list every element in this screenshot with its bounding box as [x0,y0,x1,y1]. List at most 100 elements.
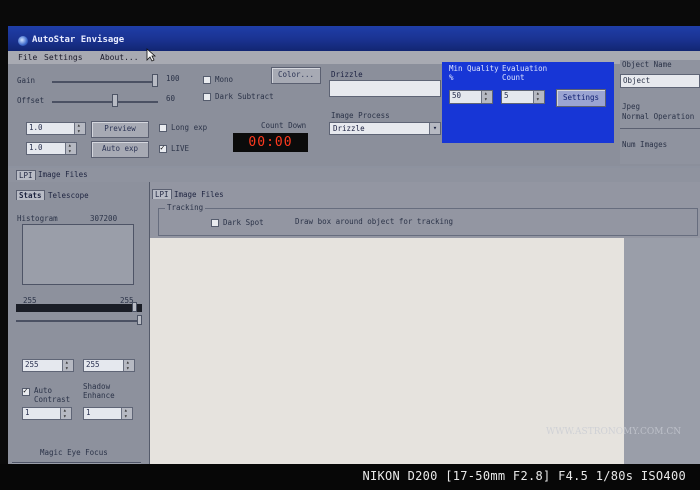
app-icon [18,36,28,46]
menu-about[interactable]: About... [100,53,139,62]
histogram-display [22,224,134,285]
divider [620,128,700,129]
gain-label: Gain [17,76,36,85]
exposure-spinner-1[interactable]: 1.0 [26,121,86,136]
live-checkbox[interactable] [159,143,167,153]
shadow-enhance-spinner[interactable]: 1 [83,406,133,421]
evaluation-count-spinner[interactable]: 5 [501,89,545,104]
tab-lpi-inner[interactable]: LPI [152,189,172,199]
tab-lpi[interactable]: LPI [16,170,36,180]
image-process-label: Image Process [331,111,390,120]
magic-eye-focus-label: Magic Eye Focus [40,448,108,457]
level-spinner-a-value: 255 [25,360,39,369]
exposure-spinner-2-value: 1.0 [29,143,43,152]
tab-image-files-inner[interactable]: Image Files [174,190,224,199]
shadow-enhance-label: Shadow Enhance [83,382,115,400]
auto-contrast-label: Auto Contrast [34,386,71,404]
object-name-label: Object Name [622,60,672,69]
color-button[interactable]: Color... [271,67,321,84]
image-panel: LPI Image Files Tracking Dark Spot Draw … [150,182,700,464]
main-tab-strip: LPI Image Files [8,168,700,182]
chevron-down-icon[interactable]: ▾ [429,123,440,134]
levels-slider-thumb[interactable] [132,302,137,312]
tab-telescope[interactable]: Telescope [48,191,89,200]
drizzle-field[interactable] [329,80,441,97]
spin-arrows-icon[interactable] [74,121,85,136]
gain-value: 100 [166,74,180,83]
menu-file[interactable]: File [18,53,37,62]
gain-slider-track[interactable] [52,81,158,83]
contrast-slider-track[interactable] [16,320,142,322]
image-process-value: Drizzle [333,124,365,133]
preview-button[interactable]: Preview [91,121,149,138]
min-quality-value: 50 [452,91,462,100]
jpeg-label: Jpeg [622,102,641,111]
level-spinner-b-value: 255 [86,360,100,369]
histogram-count: 307200 [90,214,118,223]
dark-spot-label: Dark Spot [223,218,264,227]
gain-slider-thumb[interactable] [152,74,158,87]
live-label: LIVE [171,144,190,153]
min-quality-label: Min Quality [449,64,499,73]
long-exp-checkbox[interactable] [159,124,167,132]
dark-subtract-checkbox[interactable] [203,93,211,101]
menu-settings[interactable]: Settings [44,53,83,62]
exposure-spinner-2[interactable]: 1.0 [26,141,77,156]
photo-frame: AutoStar Envisage File Settings About...… [0,0,700,490]
auto-contrast-checkbox[interactable] [22,386,30,396]
settings-button[interactable]: Settings [556,89,606,107]
drizzle-label: Drizzle [331,70,363,79]
levels-slider[interactable] [16,304,142,312]
shadow-enhance-spinner-value: 1 [86,408,91,417]
offset-value: 60 [166,94,176,103]
auto-contrast-spinner[interactable]: 1 [22,406,72,421]
quality-panel: Min Quality % Evaluation Count 50 5 Sett… [442,62,614,143]
contrast-slider-thumb[interactable] [137,315,142,325]
spin-arrows-icon[interactable] [121,406,132,421]
mono-label: Mono [215,75,234,84]
stats-panel: Stats Telescope Histogram 307200 255 255… [8,182,150,464]
exposure-spinner-1-value: 1.0 [29,123,43,132]
evaluation-count-label: Evaluation Count [502,64,548,82]
histogram-label: Histogram [17,214,58,223]
min-quality-unit: % [449,73,454,82]
tab-image-files[interactable]: Image Files [38,170,88,179]
level-spinner-a[interactable]: 255 [22,358,74,373]
offset-slider-track[interactable] [52,101,158,103]
auto-exp-button[interactable]: Auto exp [91,141,149,158]
offset-label: Offset [17,96,45,105]
spin-arrows-icon[interactable] [60,406,71,421]
countdown-label: Count Down [261,121,307,130]
camera-exif-caption: NIKON D200 [17-50mm F2.8] F4.5 1/80s ISO… [362,469,686,483]
spin-arrows-icon[interactable] [481,89,492,104]
spin-arrows-icon[interactable] [123,358,134,373]
tab-stats[interactable]: Stats [16,190,45,200]
countdown-display: 00:00 [233,133,308,152]
tracking-group: Tracking Dark Spot Draw box around objec… [158,203,698,236]
level-spinner-b[interactable]: 255 [83,358,135,373]
tracking-label: Tracking [165,203,206,212]
title-bar[interactable]: AutoStar Envisage [8,26,700,51]
auto-contrast-spinner-value: 1 [25,408,30,417]
num-images-label: Num Images [622,140,668,149]
tracking-hint: Draw box around object for tracking [295,217,454,226]
photo-caption-bar: NIKON D200 [17-50mm F2.8] F4.5 1/80s ISO… [0,464,700,490]
monitor-screen: AutoStar Envisage File Settings About...… [8,26,700,464]
min-quality-spinner[interactable]: 50 [449,89,493,104]
long-exp-label: Long exp [171,123,208,132]
offset-slider-thumb[interactable] [112,94,118,107]
dark-spot-checkbox[interactable] [211,219,219,227]
spin-arrows-icon[interactable] [65,141,76,156]
evaluation-count-value: 5 [504,91,509,100]
image-process-select[interactable]: Drizzle ▾ [329,122,441,135]
window-title: AutoStar Envisage [32,35,125,45]
spin-arrows-icon[interactable] [533,89,544,104]
object-name-field[interactable]: Object [620,74,700,88]
spin-arrows-icon[interactable] [62,358,73,373]
mouse-cursor-icon [146,48,157,64]
object-panel: Object Name Object Jpeg Normal Operation… [620,60,700,164]
photo-watermark: WWW.ASTRONOMY.COM.CN [546,427,682,437]
object-name-value: Object [623,76,651,85]
dark-subtract-label: Dark Subtract [215,92,274,101]
mono-checkbox[interactable] [203,76,211,84]
